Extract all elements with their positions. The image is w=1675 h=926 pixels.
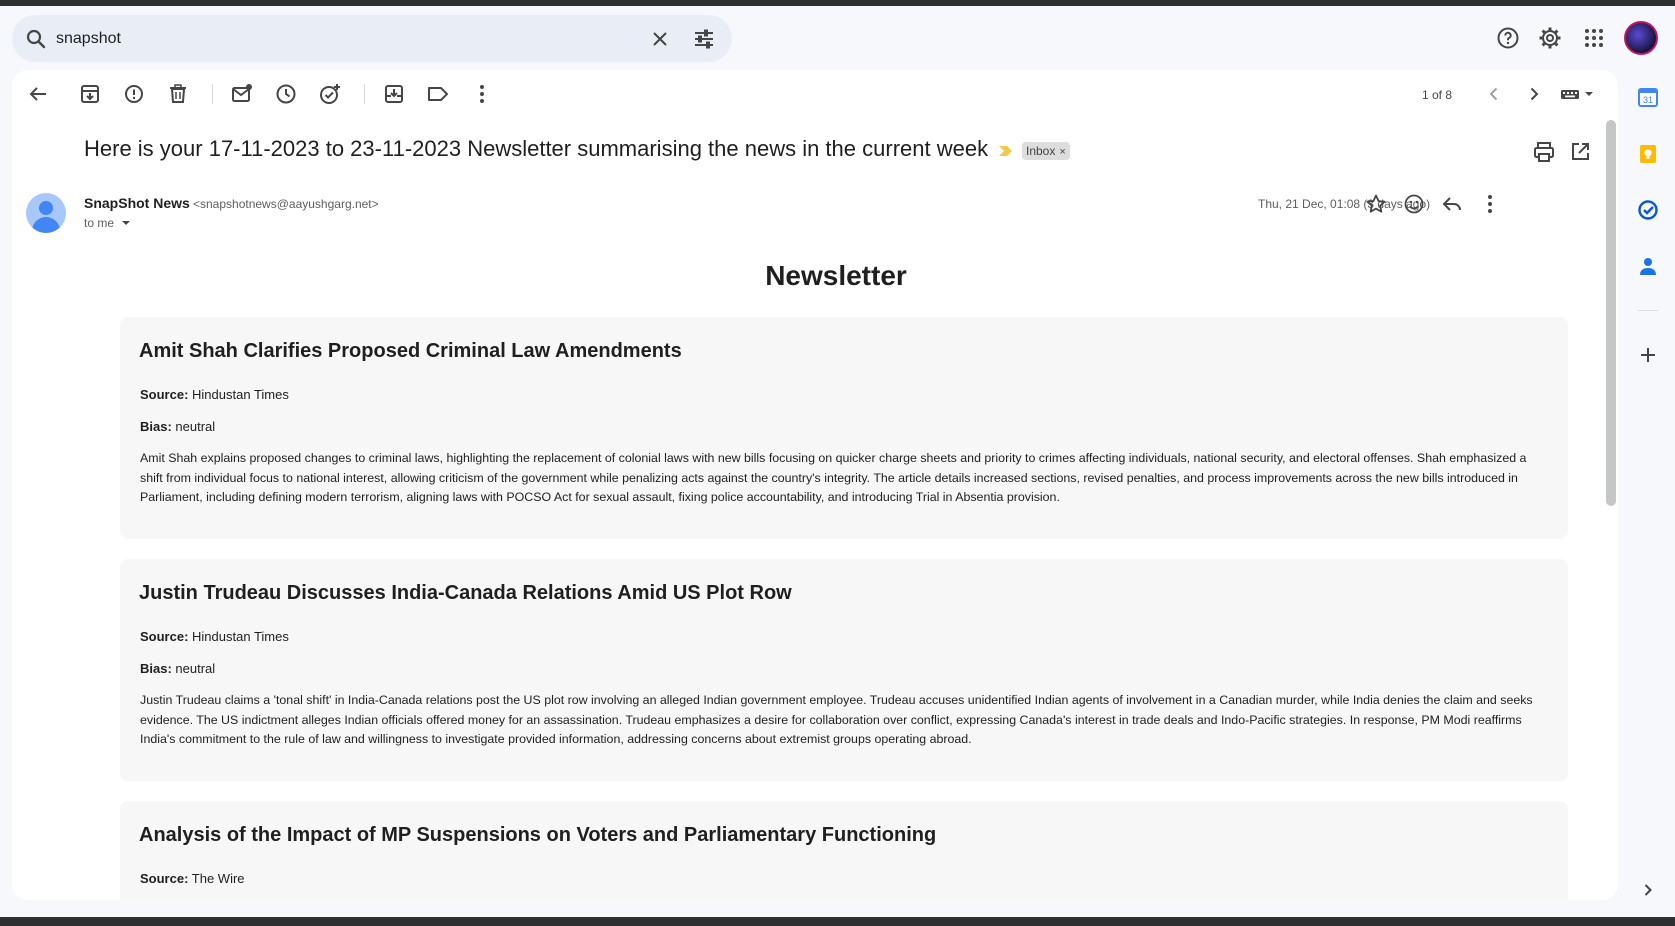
source-value: Hindustan Times <box>192 629 289 644</box>
window-bottom-strip <box>0 917 1675 926</box>
move-to-icon[interactable] <box>382 82 406 106</box>
article-summary: Amit Shah explains proposed changes to c… <box>140 451 1527 504</box>
contacts-icon[interactable] <box>1636 254 1660 278</box>
article-headline: Amit Shah Clarifies Proposed Criminal La… <box>139 340 682 362</box>
more-options-icon[interactable] <box>470 82 494 106</box>
print-icon[interactable] <box>1532 140 1556 164</box>
keep-notes-icon[interactable] <box>1636 142 1660 166</box>
article-summary: Justin Trudeau claims a 'tonal shift' in… <box>140 693 1533 746</box>
bias-value: neutral <box>175 419 216 434</box>
delete-trash-icon[interactable] <box>166 82 190 106</box>
account-avatar[interactable] <box>1624 21 1658 55</box>
email-subject: Here is your 17-11-2023 to 23-11-2023 Ne… <box>84 136 989 161</box>
archive-icon[interactable] <box>78 82 102 106</box>
sender-email: <snapshotnews@aayushgarg.net> <box>193 197 379 211</box>
apps-grid-icon[interactable] <box>1582 26 1606 50</box>
article-source: Source: Hindustan Times <box>140 629 289 644</box>
tasks-icon[interactable] <box>1636 198 1660 222</box>
search-bar <box>12 15 732 62</box>
emoji-reaction-icon[interactable] <box>1402 192 1426 216</box>
expand-side-panel-chevron-icon[interactable] <box>1638 880 1658 900</box>
clear-search-icon[interactable] <box>648 27 672 51</box>
label-tag-icon[interactable] <box>426 82 450 106</box>
article-headline: Justin Trudeau Discusses India-Canada Re… <box>139 582 792 604</box>
source-value: The Wire <box>191 871 245 886</box>
article-source: Source: The Wire <box>140 871 245 886</box>
news-article-card: Analysis of the Impact of MP Suspensions… <box>120 801 1568 900</box>
inbox-label-text: Inbox <box>1026 144 1056 158</box>
bias-label: Bias: <box>140 661 172 676</box>
bias-value: neutral <box>175 661 216 676</box>
source-value: Hindustan Times <box>192 387 289 402</box>
svg-text:31: 31 <box>1643 95 1653 105</box>
pager-count: 1 of 8 <box>1422 88 1453 102</box>
remove-label-icon[interactable]: × <box>1059 146 1065 158</box>
email-view-panel: 1 of 8 Here is your 17-11-2023 to 23-11-… <box>12 70 1618 900</box>
source-label: Source: <box>140 629 189 644</box>
back-arrow-icon[interactable] <box>26 82 50 106</box>
settings-gear-icon[interactable] <box>1538 26 1562 50</box>
recipient-details[interactable]: to me <box>84 216 131 230</box>
article-source: Source: Hindustan Times <box>140 387 289 402</box>
news-article-card: Justin Trudeau Discusses India-Canada Re… <box>120 559 1568 781</box>
add-to-tasks-icon[interactable] <box>318 82 342 106</box>
inbox-label-chip: Inbox × <box>1022 142 1070 160</box>
star-icon[interactable] <box>1364 192 1388 216</box>
help-icon[interactable] <box>1496 26 1520 50</box>
chevron-down-icon[interactable] <box>121 219 131 227</box>
snooze-clock-icon[interactable] <box>274 82 298 106</box>
search-icon[interactable] <box>24 27 48 51</box>
search-options-icon[interactable] <box>692 27 716 51</box>
article-bias: Bias: neutral <box>140 419 215 434</box>
article-bias: Bias: neutral <box>140 661 215 676</box>
search-input[interactable] <box>56 25 636 53</box>
input-tools-keyboard-icon[interactable] <box>1558 82 1598 106</box>
vertical-scrollbar[interactable] <box>1606 120 1616 506</box>
reply-arrow-icon[interactable] <box>1440 192 1464 216</box>
news-article-card: Amit Shah Clarifies Proposed Criminal La… <box>120 317 1568 539</box>
open-in-new-window-icon[interactable] <box>1568 140 1592 164</box>
report-spam-icon[interactable] <box>122 82 146 106</box>
sender-name: SnapShot News <box>84 195 190 211</box>
newer-chevron-left-icon[interactable] <box>1482 82 1506 106</box>
sender-avatar[interactable] <box>26 193 66 233</box>
side-panel-divider <box>1638 310 1658 311</box>
importance-marker-icon[interactable] <box>998 145 1014 157</box>
source-label: Source: <box>140 871 189 886</box>
add-addon-plus-icon[interactable] <box>1636 343 1660 367</box>
source-label: Source: <box>140 387 189 402</box>
recipient-text: to me <box>84 216 115 230</box>
app-header <box>0 6 1675 70</box>
toolbar-divider <box>364 84 365 104</box>
message-more-icon[interactable] <box>1478 192 1502 216</box>
calendar-icon[interactable]: 31 <box>1636 85 1660 109</box>
older-chevron-right-icon[interactable] <box>1522 82 1546 106</box>
article-headline: Analysis of the Impact of MP Suspensions… <box>139 824 937 846</box>
toolbar-divider <box>212 84 213 104</box>
newsletter-title: Newsletter <box>765 260 907 291</box>
bias-label: Bias: <box>140 419 172 434</box>
mark-unread-icon[interactable] <box>230 82 254 106</box>
